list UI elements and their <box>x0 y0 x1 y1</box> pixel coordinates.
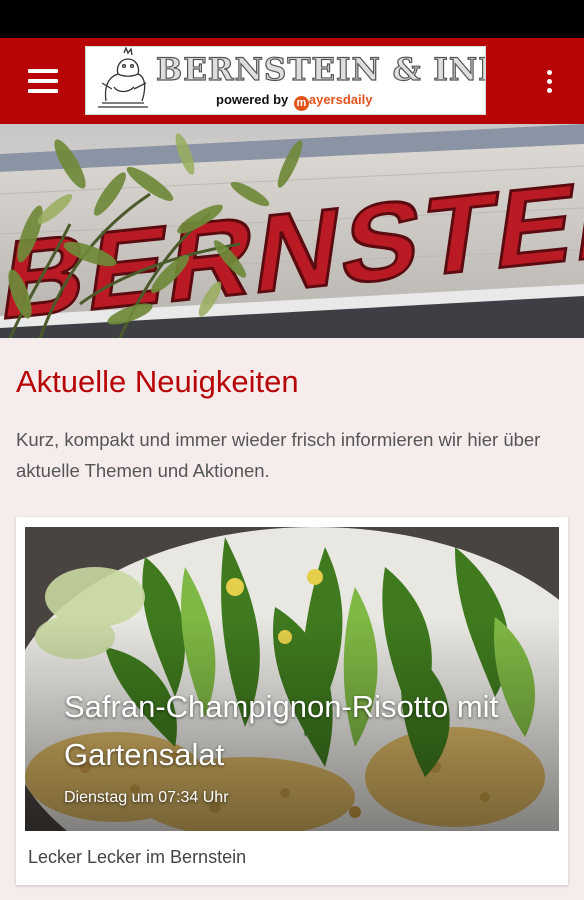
app-logo: BERNSTEIN & INBAR powered by mayersdaily <box>85 46 486 115</box>
status-bar <box>0 0 584 38</box>
news-section-intro: Kurz, kompakt und immer wieder frisch in… <box>16 429 541 481</box>
hamburger-menu-icon[interactable] <box>22 65 62 97</box>
news-section-title: Aktuelle Neuigkeiten <box>16 364 299 399</box>
app-bar: BERNSTEIN & INBAR powered by mayersdaily <box>0 38 584 124</box>
news-card[interactable]: Safran-Champignon-Risotto mit Gartensala… <box>16 517 568 885</box>
mayersdaily-brand: ayersdaily <box>308 92 373 107</box>
mayersdaily-logo-icon: m <box>293 96 309 111</box>
risotto-salad-photo <box>25 527 559 831</box>
news-card-image: Safran-Champignon-Risotto mit Gartensala… <box>25 527 559 831</box>
news-card-caption: Lecker Lecker im Bernstein <box>28 847 247 867</box>
hero-image: BERNSTEIN <box>0 124 584 338</box>
powered-by-label: powered by <box>216 92 292 107</box>
news-card-title: Safran-Champignon-Risotto mit Gartensala… <box>64 689 499 772</box>
lion-crest-icon <box>98 47 148 108</box>
restaurant-sign-photo: BERNSTEIN <box>0 124 584 338</box>
news-card-date: Dienstag um 07:34 Uhr <box>64 789 229 806</box>
more-vertical-icon[interactable] <box>540 66 560 98</box>
logo-powered-by: powered by m ayersdaily <box>216 92 416 111</box>
logo-title: BERNSTEIN & INBAR <box>155 51 485 88</box>
